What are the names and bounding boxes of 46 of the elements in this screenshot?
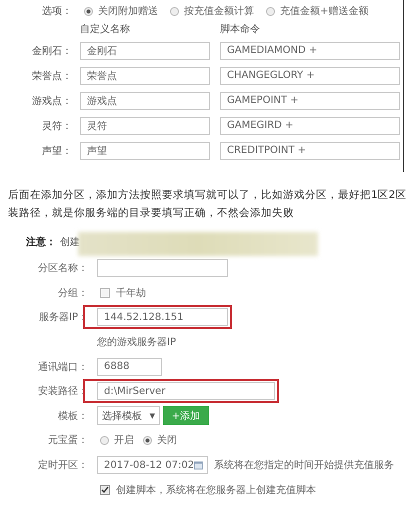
notice-text: 创建: [60, 236, 80, 249]
calendar-icon[interactable]: [194, 460, 203, 470]
paragraph-line: 装路径，就是你服务端的目录要填写正确，不然会添加失败: [8, 206, 295, 221]
add-button[interactable]: +添加: [163, 406, 209, 426]
field-label: 分组：: [57, 286, 88, 300]
radio-option[interactable]: 按充值金额计算: [170, 4, 254, 18]
command-field[interactable]: GAMEPOINT +: [220, 92, 400, 110]
command-field[interactable]: GAMEDIAMOND +: [220, 42, 400, 60]
checkbox-label: 千年劫: [116, 286, 146, 300]
name-field[interactable]: 荣誉点: [80, 66, 210, 84]
column-header: 脚本命令: [220, 22, 260, 36]
command-field[interactable]: CREDITPOINT +: [220, 142, 400, 160]
hint-text: 您的游戏服务器IP: [97, 336, 176, 350]
field-label: 选项：: [41, 4, 72, 18]
radio-option[interactable]: 关闭: [143, 433, 177, 448]
input-field[interactable]: d:\MirServer: [97, 382, 275, 400]
field-label: 通讯端口：: [37, 360, 88, 374]
field-label: 荣誉点：: [31, 70, 72, 82]
radio-option[interactable]: 关闭附加赠送: [84, 4, 158, 18]
field-label: 金刚石：: [31, 44, 72, 58]
input-field[interactable]: 6888: [97, 358, 162, 376]
checkbox[interactable]: [100, 484, 110, 495]
input-field[interactable]: [97, 259, 228, 278]
field-label: 声望：: [41, 144, 72, 158]
command-field[interactable]: CHANGEGLORY +: [220, 66, 400, 84]
date-field[interactable]: 2017-08-12 07:02: [97, 456, 208, 474]
command-field[interactable]: GAMEGIRD +: [220, 116, 400, 134]
checkbox[interactable]: [100, 288, 110, 298]
field-label: 模板：: [57, 410, 88, 423]
checkbox-label: 创建脚本，系统将在您服务器上创建充值脚本: [116, 484, 316, 497]
name-field[interactable]: 金刚石: [80, 42, 210, 60]
field-label: 灵符：: [41, 120, 72, 132]
field-label: 定时开区：: [37, 458, 88, 472]
name-field[interactable]: 游戏点: [80, 92, 210, 110]
notice-label: 注意：: [26, 235, 56, 249]
input-field[interactable]: 144.52.128.151: [97, 308, 228, 326]
name-field[interactable]: 灵符: [80, 116, 210, 134]
column-header: 自定义名称: [80, 22, 131, 36]
name-field[interactable]: 声望: [80, 142, 210, 160]
field-label: 分区名称：: [37, 262, 88, 276]
radio-option[interactable]: 充值金额+赠送金额: [266, 4, 368, 18]
field-label: 游戏点：: [31, 94, 72, 108]
help-text: 系统将在您指定的时间开始提供充值服务: [214, 458, 394, 472]
field-label: 元宝蛋：: [47, 434, 88, 448]
radio-option[interactable]: 开启: [100, 433, 134, 448]
paragraph-line: 后面在添加分区，添加方法按照要求填写就可以了，比如游戏分区，最好把1区2区: [8, 188, 406, 203]
